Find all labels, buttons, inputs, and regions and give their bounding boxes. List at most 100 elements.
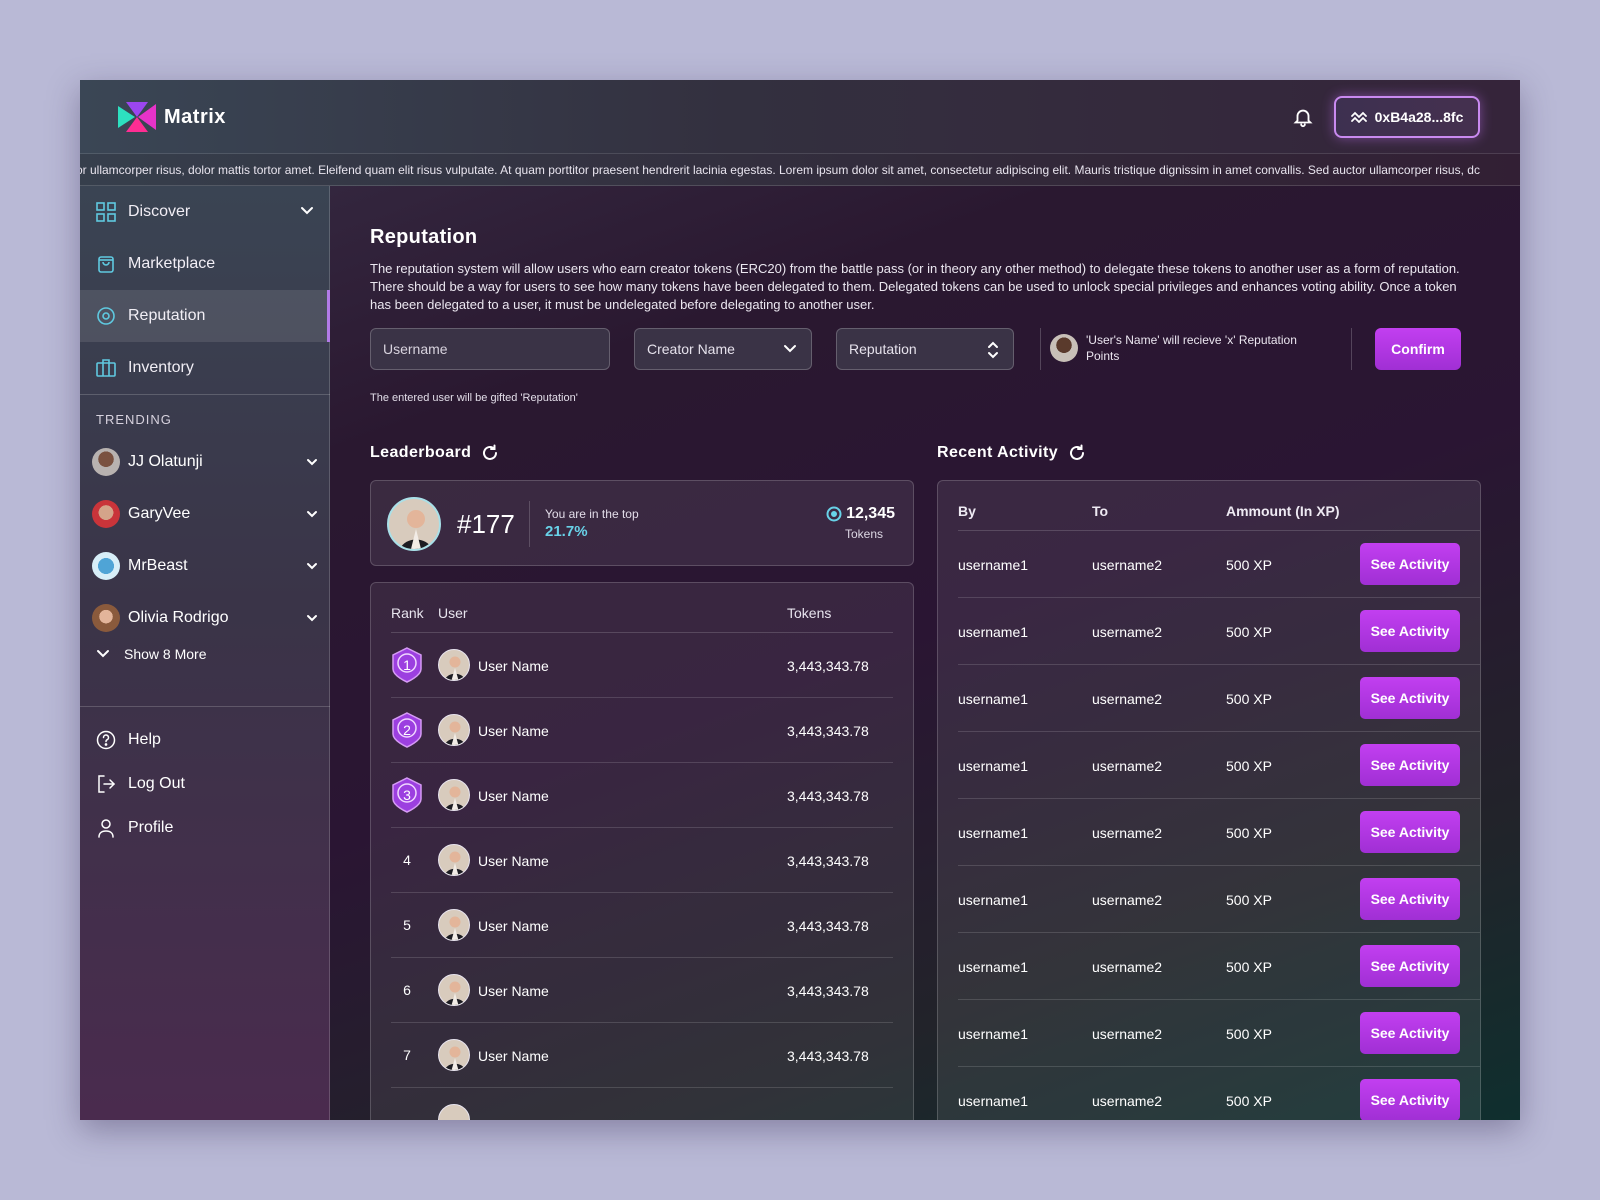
activity-amount: 500 XP <box>1226 1026 1272 1042</box>
trending-item[interactable]: GaryVee <box>92 494 318 534</box>
activity-by: username1 <box>958 758 1029 774</box>
rank-label: 2 <box>403 722 411 738</box>
my-tokens-value: 12,345 <box>846 505 895 522</box>
up-down-chevron-icon[interactable] <box>987 338 999 362</box>
matrix-logo-icon <box>118 102 156 132</box>
column-header-rank: Rank <box>391 605 424 621</box>
tokens-label: Tokens <box>844 527 883 541</box>
avatar <box>1050 334 1078 362</box>
chevron-down-icon[interactable] <box>306 508 318 520</box>
activity-to: username2 <box>1092 892 1163 908</box>
avatar <box>387 497 441 551</box>
refresh-icon[interactable] <box>481 444 499 462</box>
table-row[interactable]: 2 User Name 3,443,343.78 <box>391 698 893 763</box>
avatar <box>92 448 120 476</box>
user-icon <box>98 819 114 838</box>
sidebar-item-logout[interactable]: Log Out <box>96 774 185 794</box>
sidebar-item-discover[interactable]: Discover <box>80 186 330 238</box>
sidebar-item-reputation[interactable]: Reputation <box>80 290 330 342</box>
see-activity-button[interactable]: See Activity <box>1360 744 1460 786</box>
trending-item[interactable]: Olivia Rodrigo <box>92 598 318 638</box>
table-row: username1 username2 500 XP See Activity <box>958 598 1480 665</box>
token-amount: 3,443,343.78 <box>787 788 869 804</box>
sidebar-item-label: Marketplace <box>128 255 216 272</box>
activity-amount: 500 XP <box>1226 624 1272 640</box>
wallet-button[interactable]: 0xB4a28...8fc <box>1334 96 1480 138</box>
gift-note: The entered user will be gifted 'Reputat… <box>370 392 578 404</box>
target-icon <box>97 307 115 325</box>
sidebar-item-profile[interactable]: Profile <box>96 818 173 838</box>
chevron-down-icon[interactable] <box>300 204 314 218</box>
reputation-stepper[interactable]: Reputation <box>836 328 1014 370</box>
sidebar-divider <box>80 706 330 707</box>
trending-title: TRENDING <box>96 412 172 427</box>
column-header-amount: Ammount (In XP) <box>1226 503 1340 519</box>
rank-label: 1 <box>403 657 411 673</box>
activity-to: username2 <box>1092 959 1163 975</box>
reputation-notice: 'User's Name' will recieve 'x' Reputatio… <box>1050 332 1324 364</box>
avatar <box>438 779 470 811</box>
see-activity-button[interactable]: See Activity <box>1360 677 1460 719</box>
chevron-down-icon[interactable] <box>306 612 318 624</box>
table-row[interactable]: 5 User Name 3,443,343.78 <box>391 893 893 958</box>
see-activity-button[interactable]: See Activity <box>1360 543 1460 585</box>
table-row[interactable]: 7 User Name 3,443,343.78 <box>391 1023 893 1088</box>
rank-badge: 1 <box>391 647 423 683</box>
sidebar-item-marketplace[interactable]: Marketplace <box>80 238 330 290</box>
table-row[interactable]: 4 User Name 3,443,343.78 <box>391 828 893 893</box>
divider <box>1351 328 1352 370</box>
see-activity-button[interactable]: See Activity <box>1360 811 1460 853</box>
bell-icon[interactable] <box>1292 106 1314 128</box>
bag-icon <box>98 256 114 273</box>
token-icon <box>826 506 842 522</box>
avatar <box>438 974 470 1006</box>
see-activity-button[interactable]: See Activity <box>1360 945 1460 987</box>
rank-label: 4 <box>403 852 411 868</box>
user-name: User Name <box>478 983 549 999</box>
chevron-down-icon <box>97 650 109 658</box>
activity-to: username2 <box>1092 1093 1163 1109</box>
app-name: Matrix <box>164 105 226 128</box>
sidebar-item-help[interactable]: Help <box>96 730 161 750</box>
show-more-button[interactable]: Show 8 More <box>96 646 206 662</box>
trending-item[interactable]: MrBeast <box>92 546 318 586</box>
see-activity-button[interactable]: See Activity <box>1360 610 1460 652</box>
chevron-down-icon[interactable] <box>306 456 318 468</box>
reputation-select-value: Reputation <box>849 341 917 357</box>
chevron-down-icon <box>784 345 796 353</box>
see-activity-button[interactable]: See Activity <box>1360 878 1460 920</box>
recent-activity-title-text: Recent Activity <box>937 444 1058 461</box>
see-activity-button[interactable]: See Activity <box>1360 1012 1460 1054</box>
avatar <box>92 604 120 632</box>
table-row: username1 username2 500 XP See Activity <box>958 933 1480 1000</box>
table-row[interactable] <box>391 1088 893 1120</box>
logo[interactable]: Matrix <box>118 102 226 132</box>
chevron-down-icon[interactable] <box>306 560 318 572</box>
user-name: User Name <box>478 788 549 804</box>
activity-by: username1 <box>958 892 1029 908</box>
rank-number: 6 <box>391 972 423 1008</box>
trending-item[interactable]: JJ Olatunji <box>92 442 318 482</box>
table-row[interactable]: 3 User Name 3,443,343.78 <box>391 763 893 828</box>
recent-activity-title: Recent Activity <box>937 444 1086 462</box>
see-activity-button[interactable]: See Activity <box>1360 1079 1460 1120</box>
rank-label: 3 <box>403 787 411 803</box>
sidebar-item-label: Log Out <box>128 775 185 792</box>
username-input[interactable]: Username <box>370 328 610 370</box>
table-row[interactable]: 6 User Name 3,443,343.78 <box>391 958 893 1023</box>
activity-amount: 500 XP <box>1226 825 1272 841</box>
column-header-to: To <box>1092 503 1109 519</box>
refresh-icon[interactable] <box>1068 444 1086 462</box>
my-rank-card: #177 You are in the top 21.7% 12,345 Tok… <box>370 480 914 566</box>
page-description: The reputation system will allow users w… <box>370 261 1460 312</box>
sidebar-item-inventory[interactable]: Inventory <box>80 342 330 394</box>
confirm-button[interactable]: Confirm <box>1375 328 1461 370</box>
table-row[interactable]: 1 User Name 3,443,343.78 <box>391 633 893 698</box>
user-name: User Name <box>478 723 549 739</box>
wallet-icon <box>1350 111 1367 123</box>
creator-select[interactable]: Creator Name <box>634 328 812 370</box>
user-name: User Name <box>478 853 549 869</box>
token-amount: 3,443,343.78 <box>787 983 869 999</box>
grid-icon <box>96 202 116 222</box>
trending-name: MrBeast <box>128 557 188 574</box>
